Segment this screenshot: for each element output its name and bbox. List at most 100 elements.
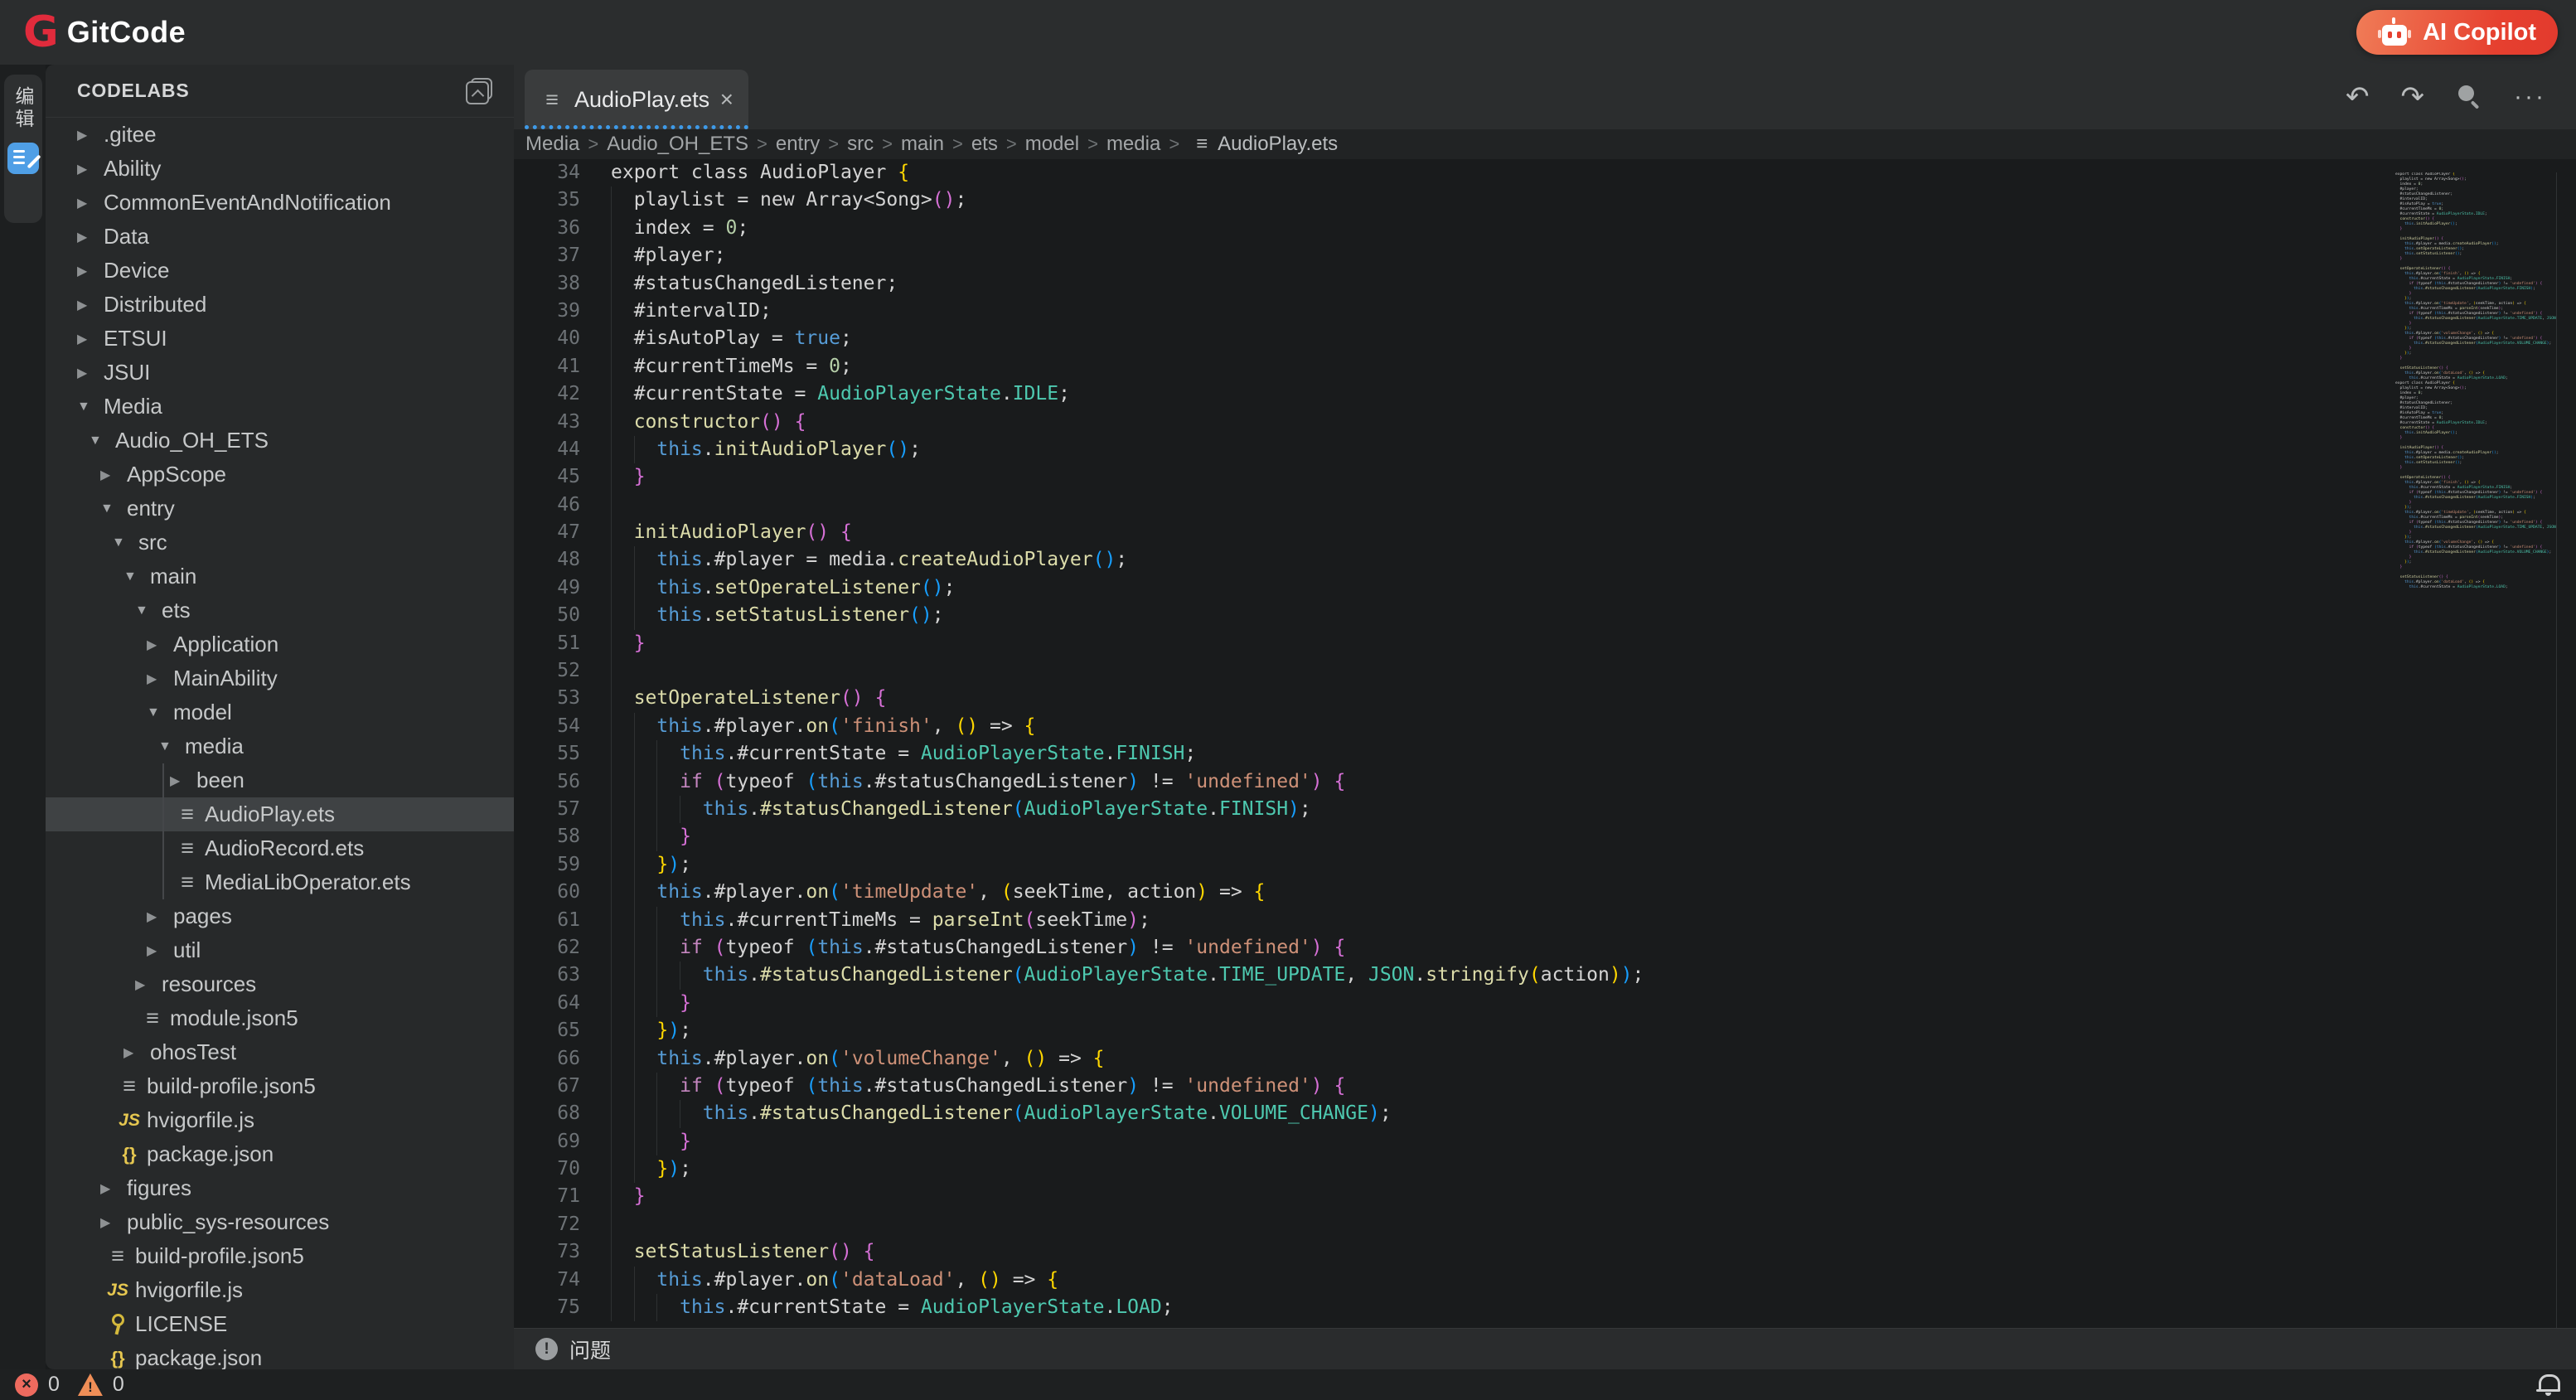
edit-panel-tab[interactable]: 编辑 [4,75,42,223]
warnings-icon[interactable]: ! [78,1373,103,1396]
tree-item-figures[interactable]: ▶figures [46,1171,514,1205]
tab-close-icon[interactable]: × [720,88,734,111]
tree-item-Device[interactable]: ▶Device [46,254,514,288]
tree-item-.gitee[interactable]: ▶.gitee [46,118,514,152]
tree-item-Audio_OH_ETS[interactable]: ▼Audio_OH_ETS [46,424,514,458]
notifications-bell-icon[interactable] [2536,1373,2561,1398]
chevron-expanded-icon[interactable]: ▼ [123,569,145,584]
tree-item-Media[interactable]: ▼Media [46,390,514,424]
breadcrumb-item-Audio_OH_ETS[interactable]: Audio_OH_ETS [607,133,748,156]
tree-item-LICENSE[interactable]: LICENSE [46,1307,514,1341]
code-line-text [611,492,634,519]
chevron-collapsed-icon[interactable]: ▶ [147,671,168,687]
tree-item-resources[interactable]: ▶resources [46,967,514,1001]
tree-item-Data[interactable]: ▶Data [46,220,514,254]
tree-item-public_sys-resources[interactable]: ▶public_sys-resources [46,1205,514,1239]
indent-guide [656,796,657,823]
tree-item-CommonEventAndNotification[interactable]: ▶CommonEventAndNotification [46,186,514,220]
tree-item-Ability[interactable]: ▶Ability [46,152,514,186]
redo-icon[interactable]: ↷ [2401,83,2425,111]
tree-item-package.json[interactable]: {}package.json [46,1341,514,1369]
tree-item-label: main [150,564,196,589]
chevron-collapsed-icon[interactable]: ▶ [123,1044,145,1061]
tree-item-ohosTest[interactable]: ▶ohosTest [46,1035,514,1069]
chevron-collapsed-icon[interactable]: ▶ [77,195,99,211]
chevron-collapsed-icon[interactable]: ▶ [100,1180,122,1197]
chevron-collapsed-icon[interactable]: ▶ [147,637,168,653]
search-icon[interactable] [2456,84,2482,110]
tree-item-module.json5[interactable]: module.json5 [46,1001,514,1035]
tree-item-AppScope[interactable]: ▶AppScope [46,458,514,492]
chevron-expanded-icon[interactable]: ▼ [77,400,99,414]
tree-item-MainAbility[interactable]: ▶MainAbility [46,661,514,695]
chevron-collapsed-icon[interactable]: ▶ [77,365,99,381]
indent-guide [656,990,657,1017]
chevron-expanded-icon[interactable]: ▼ [112,535,133,550]
chevron-expanded-icon[interactable]: ▼ [147,705,168,720]
tree-item-package.json[interactable]: {}package.json [46,1137,514,1171]
tree-item-hvigorfile.js[interactable]: JShvigorfile.js [46,1273,514,1307]
line-number: 45 [514,463,580,491]
breadcrumb-item-ets[interactable]: ets [971,133,998,156]
chevron-collapsed-icon[interactable]: ▶ [77,297,99,313]
chevron-collapsed-icon[interactable]: ▶ [147,942,168,959]
indent-guide [611,823,612,850]
problems-bar[interactable]: ! 问题 [514,1328,2576,1369]
tree-item-AudioPlay.ets[interactable]: AudioPlay.ets [46,797,514,831]
chevron-collapsed-icon[interactable]: ▶ [77,331,99,347]
tree-item-entry[interactable]: ▼entry [46,492,514,526]
tree-item-JSUI[interactable]: ▶JSUI [46,356,514,390]
chevron-collapsed-icon[interactable]: ▶ [135,976,157,993]
breadcrumb-item-model[interactable]: model [1025,133,1079,156]
ai-copilot-button[interactable]: AI Copilot [2356,10,2558,55]
chevron-collapsed-icon[interactable]: ▶ [100,1214,122,1231]
line-number: 71 [514,1183,580,1210]
tree-item-ETSUI[interactable]: ▶ETSUI [46,322,514,356]
minimap[interactable]: export class AudioPlayer { playlist = ne… [2395,172,2556,670]
errors-icon[interactable]: × [15,1373,38,1397]
tree-item-util[interactable]: ▶util [46,933,514,967]
tree-item-AudioRecord.ets[interactable]: AudioRecord.ets [46,831,514,865]
chevron-collapsed-icon[interactable]: ▶ [77,127,99,143]
tree-item-build-profile.json5[interactable]: build-profile.json5 [46,1069,514,1103]
tree-item-hvigorfile.js[interactable]: JShvigorfile.js [46,1103,514,1137]
collapse-explorer-icon[interactable] [464,76,494,106]
tree-item-media[interactable]: ▼media [46,729,514,763]
tree-item-main[interactable]: ▼ main [46,560,514,593]
tab-audioplay[interactable]: AudioPlay.ets × [525,70,748,129]
notebook-pencil-icon[interactable] [7,143,39,174]
tree-item-been[interactable]: ▶been [46,763,514,797]
chevron-collapsed-icon[interactable]: ▶ [77,161,99,177]
breadcrumb-item-entry[interactable]: entry [776,133,820,156]
tree-item-MediaLibOperator.ets[interactable]: MediaLibOperator.ets [46,865,514,899]
chevron-expanded-icon[interactable]: ▼ [89,434,110,448]
chevron-collapsed-icon[interactable]: ▶ [100,467,122,483]
chevron-expanded-icon[interactable]: ▼ [158,739,180,754]
chevron-collapsed-icon[interactable]: ▶ [77,229,99,245]
chevron-expanded-icon[interactable]: ▼ [100,501,122,516]
breadcrumb-file[interactable]: AudioPlay.ets [1191,133,1338,156]
tree-item-src[interactable]: ▼src [46,526,514,560]
tree-item-build-profile.json5[interactable]: build-profile.json5 [46,1239,514,1273]
breadcrumb-item-Media[interactable]: Media [525,133,579,156]
chevron-collapsed-icon[interactable]: ▶ [147,908,168,925]
chevron-collapsed-icon[interactable]: ▶ [77,263,99,279]
breadcrumb-item-media[interactable]: media [1106,133,1160,156]
tree-item-ets[interactable]: ▼ets [46,593,514,627]
indent-guide [611,740,612,768]
chevron-expanded-icon[interactable]: ▼ [135,603,157,618]
tree-item-pages[interactable]: ▶pages [46,899,514,933]
breadcrumb-separator: > [828,133,839,155]
breadcrumb-item-src[interactable]: src [847,133,874,156]
gitcode-logo[interactable]: G GitCode [23,0,186,65]
chevron-collapsed-icon[interactable]: ▶ [170,773,191,789]
tree-item-model[interactable]: ▼model [46,695,514,729]
more-actions-icon[interactable]: ··· [2514,83,2546,111]
breadcrumb-separator: > [757,133,767,155]
tree-item-Application[interactable]: ▶Application [46,627,514,661]
breadcrumb-file-label: AudioPlay.ets [1218,133,1338,156]
breadcrumb-item-main[interactable]: main [901,133,944,156]
tree-item-Distributed[interactable]: ▶Distributed [46,288,514,322]
code-editor[interactable]: 34export class AudioPlayer {35 playlist … [514,159,2576,1328]
undo-icon[interactable]: ↶ [2346,83,2370,111]
